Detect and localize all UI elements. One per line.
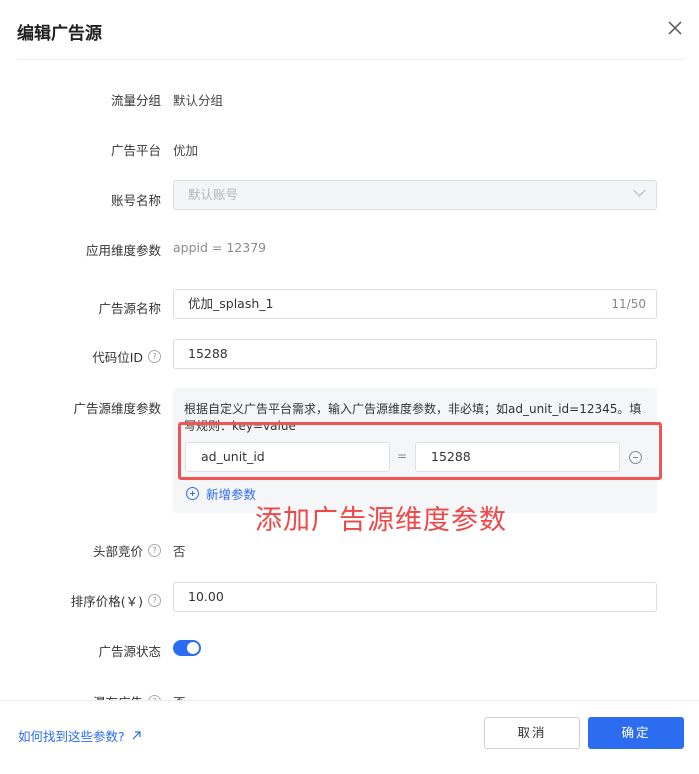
ad-platform-label: 广告平台 bbox=[111, 140, 161, 159]
status-label: 广告源状态 bbox=[98, 641, 161, 660]
plus-circle-icon bbox=[186, 487, 199, 500]
account-select-placeholder: 默认账号 bbox=[188, 187, 239, 202]
footer-divider bbox=[0, 700, 699, 701]
edit-ad-source-dialog: 编辑广告源 流量分组 默认分组 广告平台 优加 账号名称 默认账号 应用维度参数… bbox=[0, 0, 699, 774]
external-link-icon bbox=[132, 731, 141, 740]
form-body: 流量分组 默认分组 广告平台 优加 账号名称 默认账号 应用维度参数 appid… bbox=[0, 60, 699, 700]
ad-source-params-label-text: 广告源维度参数 bbox=[73, 401, 161, 416]
dialog-header: 编辑广告源 bbox=[0, 0, 699, 60]
annotation-highlight-box bbox=[178, 422, 662, 480]
header-bidding-label: 头部竞价 ? bbox=[93, 541, 161, 560]
status-toggle[interactable] bbox=[173, 640, 201, 656]
help-link-text: 如何找到这些参数? bbox=[18, 729, 125, 744]
sort-price-label-text: 排序价格(￥) bbox=[70, 594, 143, 609]
sort-price-value: 10.00 bbox=[188, 589, 224, 604]
cancel-button[interactable]: 取消 bbox=[484, 717, 580, 749]
sort-price-input[interactable]: 10.00 bbox=[173, 582, 657, 612]
ad-source-name-label-text: 广告源名称 bbox=[98, 301, 161, 316]
help-icon[interactable]: ? bbox=[148, 594, 161, 607]
help-icon[interactable]: ? bbox=[148, 544, 161, 557]
close-icon[interactable] bbox=[666, 19, 684, 37]
account-name-label: 账号名称 bbox=[111, 190, 161, 209]
sort-price-label: 排序价格(￥) ? bbox=[71, 591, 161, 610]
app-params-value: appid = 12379 bbox=[173, 240, 267, 255]
header-bidding-value: 否 bbox=[173, 544, 186, 559]
help-link[interactable]: 如何找到这些参数? bbox=[18, 726, 142, 745]
slot-id-label: 代码位ID ? bbox=[92, 347, 161, 366]
traffic-group-value: 默认分组 bbox=[173, 93, 224, 108]
header-bidding-label-text: 头部竞价 bbox=[92, 544, 143, 559]
account-name-label-text: 账号名称 bbox=[110, 193, 161, 208]
status-label-text: 广告源状态 bbox=[98, 644, 161, 659]
slot-id-label-text: 代码位ID bbox=[92, 350, 143, 365]
slot-id-input[interactable]: 15288 bbox=[173, 339, 657, 369]
slot-id-value: 15288 bbox=[188, 346, 228, 361]
char-counter: 11/50 bbox=[611, 297, 646, 311]
help-icon[interactable]: ? bbox=[148, 350, 161, 363]
ok-button[interactable]: 确定 bbox=[588, 717, 684, 749]
partial-row-label-text: 瀑布广告 bbox=[93, 692, 143, 700]
app-params-label: 应用维度参数 bbox=[86, 240, 161, 259]
ad-platform-label-text: 广告平台 bbox=[110, 143, 161, 158]
dialog-footer: 如何找到这些参数? 取消 确定 bbox=[0, 700, 699, 774]
add-param-label: 新增参数 bbox=[206, 487, 257, 502]
ad-source-params-label: 广告源维度参数 bbox=[73, 398, 161, 417]
partial-row-value: 否 bbox=[173, 692, 186, 700]
account-select[interactable]: 默认账号 bbox=[173, 180, 657, 210]
traffic-group-label-text: 流量分组 bbox=[110, 93, 161, 108]
add-param-button[interactable]: 新增参数 bbox=[186, 484, 256, 503]
app-params-label-text: 应用维度参数 bbox=[85, 243, 161, 258]
partial-row-label: 瀑布广告 ? bbox=[93, 692, 161, 700]
ad-source-name-value: 优加_splash_1 bbox=[188, 296, 274, 311]
ad-source-name-input[interactable]: 优加_splash_1 11/50 bbox=[173, 289, 657, 319]
chevron-down-icon bbox=[633, 183, 646, 197]
ad-platform-value: 优加 bbox=[173, 143, 199, 158]
traffic-group-label: 流量分组 bbox=[111, 90, 161, 109]
annotation-text: 添加广告源维度参数 bbox=[255, 505, 507, 536]
ad-source-name-label: 广告源名称 bbox=[98, 298, 161, 317]
dialog-title: 编辑广告源 bbox=[17, 24, 102, 44]
